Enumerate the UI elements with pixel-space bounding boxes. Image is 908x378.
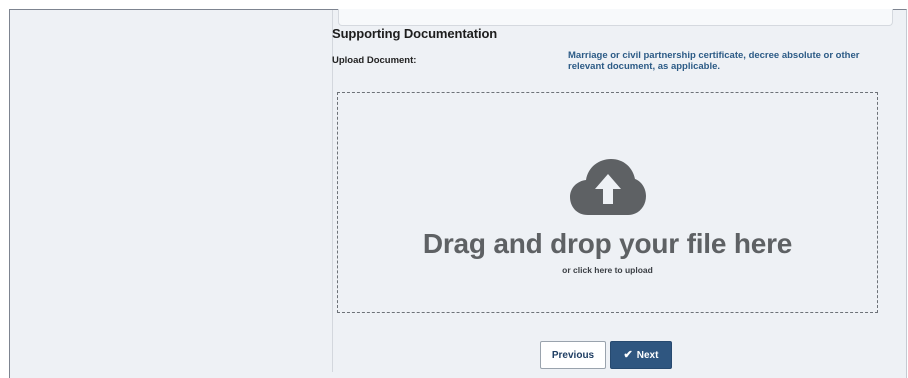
dropzone-subtitle[interactable]: or click here to upload — [338, 265, 877, 275]
file-dropzone[interactable]: Drag and drop your file here or click he… — [337, 92, 878, 313]
upload-hint-text: Marriage or civil partnership certificat… — [568, 50, 860, 72]
previous-section-card — [338, 9, 893, 26]
previous-button-label: Previous — [551, 349, 595, 361]
section-title: Supporting Documentation — [332, 26, 498, 41]
next-button[interactable]: ✔ Next — [610, 341, 672, 369]
upload-document-label: Upload Document: — [332, 55, 417, 66]
previous-button[interactable]: Previous — [540, 341, 606, 369]
next-button-label: Next — [636, 349, 659, 361]
main-panel: Supporting Documentation Upload Document… — [9, 9, 907, 378]
check-icon: ✔ — [623, 348, 633, 361]
dropzone-title: Drag and drop your file here — [422, 228, 793, 259]
cloud-upload-icon — [570, 159, 646, 215]
